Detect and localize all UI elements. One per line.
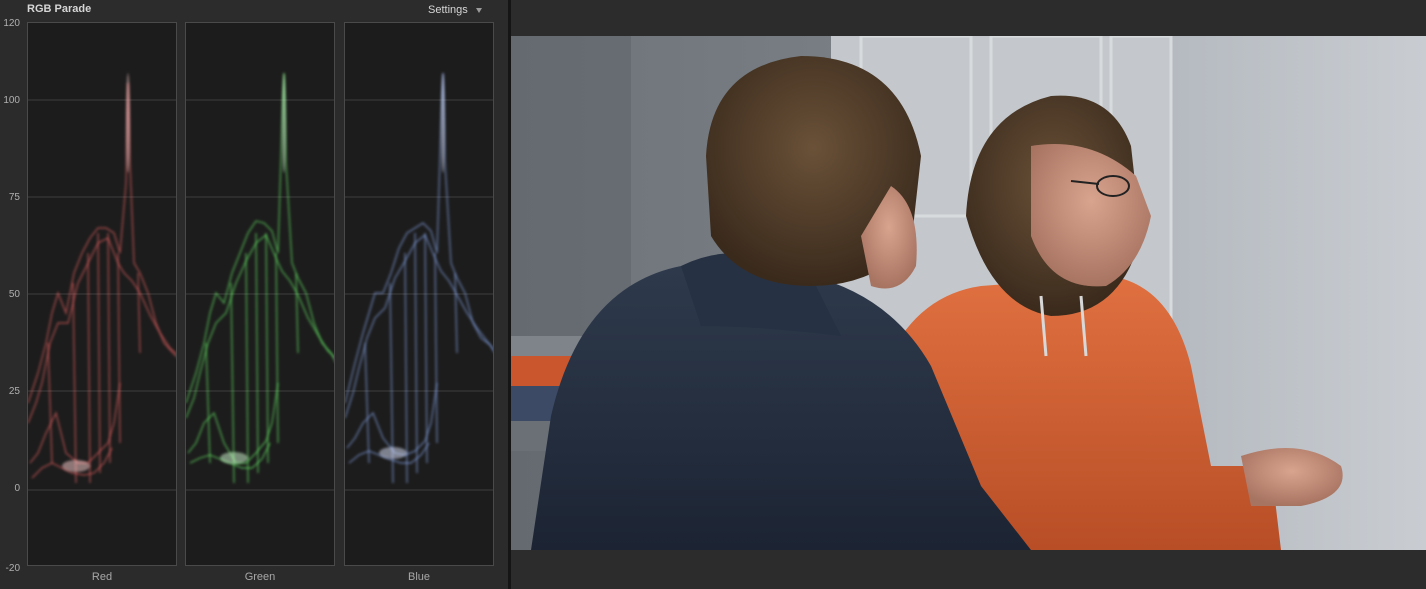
video-still <box>511 36 1426 550</box>
y-tick-25: 25 <box>8 386 20 397</box>
scope-panel: RGB Parade Settings 120 100 75 50 25 0 -… <box>0 0 508 589</box>
scope-header: RGB Parade Settings <box>0 0 508 20</box>
red-waveform <box>28 73 176 491</box>
scope-title: RGB Parade <box>27 3 92 15</box>
y-tick-minus20: -20 <box>5 563 20 574</box>
viewer-panel <box>511 0 1426 589</box>
red-channel-scope <box>27 22 177 566</box>
chevron-down-icon[interactable] <box>475 8 482 13</box>
settings-button[interactable]: Settings <box>428 2 482 18</box>
y-tick-100: 100 <box>3 95 20 106</box>
green-waveform <box>186 72 334 491</box>
green-channel-scope <box>185 22 335 566</box>
y-tick-50: 50 <box>8 289 20 300</box>
video-frame[interactable] <box>511 36 1426 550</box>
y-tick-0: 0 <box>14 483 20 494</box>
green-channel-label: Green <box>244 571 276 583</box>
blue-waveform <box>345 72 493 491</box>
y-tick-75: 75 <box>8 192 20 203</box>
settings-label: Settings <box>428 4 468 16</box>
app-window: RGB Parade Settings 120 100 75 50 25 0 -… <box>0 0 1426 589</box>
red-channel-label: Red <box>91 571 113 583</box>
blue-channel-label: Blue <box>407 571 431 583</box>
blue-channel-scope <box>344 22 494 566</box>
y-tick-120: 120 <box>3 18 20 29</box>
